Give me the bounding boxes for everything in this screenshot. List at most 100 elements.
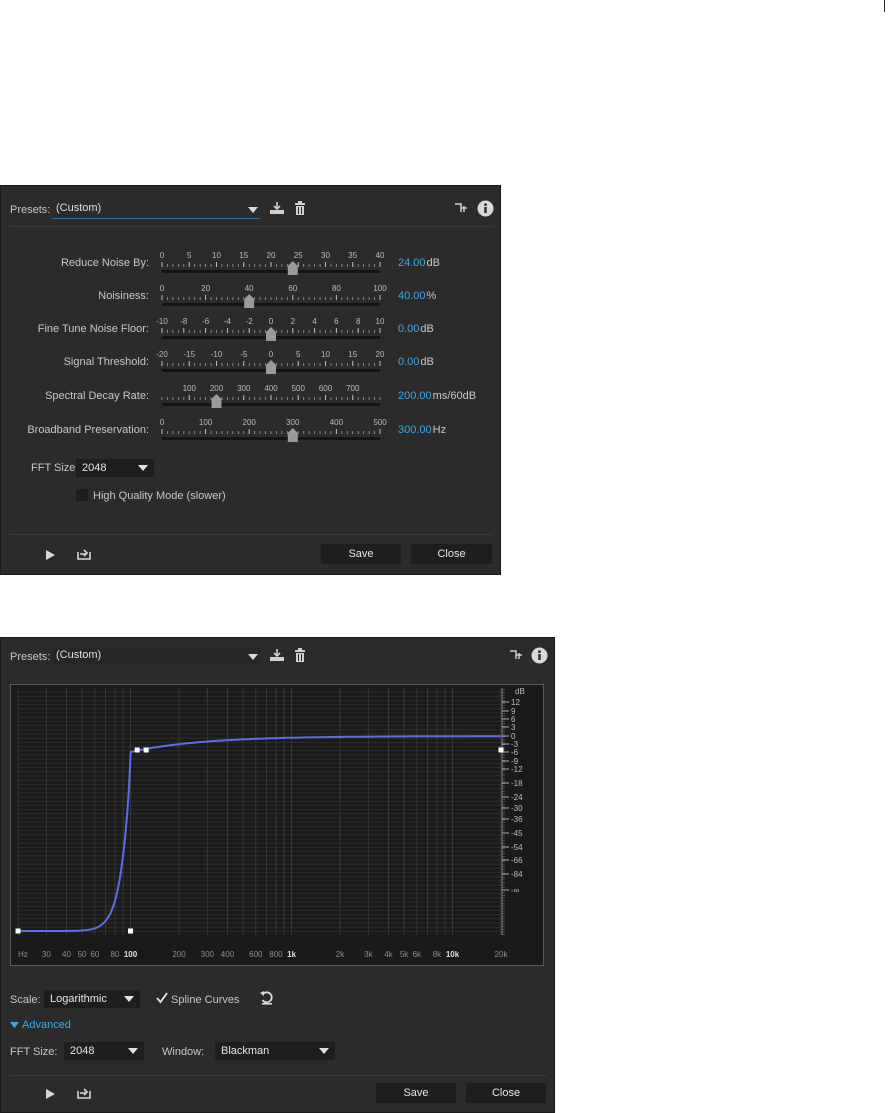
curve-control-point[interactable] (128, 928, 134, 934)
noise-reduction-panel: Presets: (Custom) Reduce Noise By: 0 5 10 15… (0, 185, 501, 575)
slider-thumb[interactable] (244, 294, 255, 308)
frequency-curve-graph[interactable]: Hz 30 40 50 60 80 100 200 300 400 600 800 1k 2k 3k 4k 5k… (10, 684, 544, 966)
x-tick-label: 4k (384, 950, 393, 959)
fft-size-dropdown[interactable]: 2048 (76, 459, 154, 477)
curve-control-point[interactable] (15, 928, 21, 934)
spline-checkbox-check-icon[interactable] (156, 992, 168, 1004)
triangle-down-icon[interactable] (10, 1022, 19, 1029)
curve-control-point[interactable] (134, 747, 140, 753)
slider-track[interactable] (162, 270, 380, 273)
spectral-decay-value[interactable]: 200.00ms/60dB (398, 390, 476, 402)
header-divider (10, 226, 493, 227)
noisiness-slider[interactable]: 0 20 40 60 80 100 (156, 282, 388, 308)
slider-row-spectral-decay: Spectral Decay Rate: 100 200 300 400 500 600 70… (1, 382, 502, 408)
tick-label: 300 (237, 384, 251, 393)
slider-thumb[interactable] (266, 327, 276, 341)
spectral-decay-slider[interactable]: 100 200 300 400 500 600 700 (156, 382, 388, 408)
presets-dropdown[interactable]: (Custom) (52, 647, 260, 665)
y-tick-label: -12 (511, 765, 523, 774)
x-tick-label: 1k (287, 950, 296, 959)
save-button[interactable]: Save (321, 544, 401, 564)
presets-label: Presets: (10, 651, 51, 663)
tick-label: -15 (183, 350, 195, 359)
chevron-down-icon (138, 465, 148, 471)
signal-threshold-value[interactable]: 0.00dB (398, 356, 434, 368)
high-quality-checkbox[interactable] (76, 489, 88, 501)
loop-export-icon[interactable] (76, 547, 92, 561)
slider-thumb[interactable] (266, 360, 276, 374)
tick-label: 300 (286, 418, 300, 427)
save-preset-icon[interactable] (269, 648, 285, 662)
y-tick-label: -36 (511, 815, 523, 824)
tick-label: 500 (373, 418, 387, 427)
chevron-down-icon (248, 207, 258, 213)
tick-label: 80 (332, 284, 341, 293)
close-button[interactable]: Close (466, 1083, 546, 1103)
info-icon[interactable] (477, 200, 494, 217)
slider-thumb[interactable] (211, 394, 222, 408)
fine-tune-slider[interactable]: -10 -8 -6 -4 -2 0 2 4 6 8 10 (156, 315, 388, 341)
graph-canvas[interactable]: Hz 30 40 50 60 80 100 200 300 400 600 800 1k 2k 3k 4k 5k… (11, 685, 543, 965)
x-tick-label: 60 (90, 950, 99, 959)
loop-export-icon[interactable] (76, 1086, 92, 1100)
tick-label: 200 (243, 418, 257, 427)
slider-track[interactable] (162, 303, 380, 306)
save-button[interactable]: Save (376, 1083, 456, 1103)
play-icon[interactable] (44, 1088, 56, 1100)
info-icon[interactable] (531, 647, 548, 664)
curve-control-point[interactable] (498, 747, 504, 753)
tick-label: 5 (296, 350, 301, 359)
footer-divider (10, 1075, 547, 1076)
reduce-noise-value[interactable]: 24.00dB (398, 257, 440, 269)
tick-label: 0 (269, 350, 274, 359)
fft-size-dropdown[interactable]: 2048 (64, 1042, 144, 1060)
tick-label: -10 (156, 317, 168, 326)
routing-icon[interactable] (509, 649, 523, 661)
slider-thumb[interactable] (287, 261, 298, 275)
broadband-slider[interactable]: 0 100 200 300 400 500 (156, 416, 388, 442)
tick-label: 6 (334, 317, 339, 326)
tick-label: 600 (319, 384, 333, 393)
tick-label: 20 (201, 284, 210, 293)
page-edge-mark (884, 0, 885, 12)
delete-preset-icon[interactable] (294, 648, 306, 662)
reduce-noise-slider[interactable]: 0 5 10 15 20 25 30 35 40 (156, 249, 388, 275)
slider-track[interactable] (162, 403, 380, 406)
signal-threshold-slider[interactable]: -20 -15 -10 -5 0 5 10 15 20 (156, 348, 388, 374)
advanced-toggle[interactable]: Advanced (22, 1019, 71, 1031)
noisiness-value[interactable]: 40.00% (398, 290, 436, 302)
close-button[interactable]: Close (411, 544, 492, 564)
window-dropdown[interactable]: Blackman (215, 1042, 335, 1060)
chevron-down-icon (319, 1048, 329, 1054)
fft-size-value: 2048 (70, 1045, 95, 1057)
slider-thumb[interactable] (287, 428, 298, 442)
tick-label: -6 (202, 317, 210, 326)
fft-size-label: FFT Size: (10, 1046, 58, 1058)
play-icon[interactable] (44, 549, 56, 561)
chevron-down-icon (248, 654, 258, 660)
tick-label: 40 (245, 284, 254, 293)
broadband-unit: Hz (432, 424, 447, 436)
scale-dropdown[interactable]: Logarithmic (44, 990, 140, 1008)
tick-label: 4 (312, 317, 317, 326)
y-tick-label: -45 (511, 829, 523, 838)
y-tick-label: 12 (511, 698, 520, 707)
slider-track[interactable] (162, 437, 380, 440)
tick-label: 0 (160, 284, 165, 293)
tick-label: 2 (291, 317, 296, 326)
broadband-label: Broadband Preservation: (27, 424, 149, 436)
broadband-value[interactable]: 300.00Hz (398, 424, 446, 436)
delete-preset-icon[interactable] (294, 201, 306, 215)
presets-dropdown[interactable]: (Custom) (52, 200, 260, 219)
noisiness-label: Noisiness: (98, 290, 149, 302)
y-tick-label: -6 (511, 748, 519, 757)
preset-value: (Custom) (56, 649, 102, 661)
x-tick-label: 20k (495, 950, 509, 959)
fine-tune-value[interactable]: 0.00dB (398, 323, 434, 335)
save-preset-icon[interactable] (269, 201, 285, 215)
curve-control-point[interactable] (143, 747, 149, 753)
reset-curve-icon[interactable] (259, 990, 275, 1006)
tick-label: 10 (321, 350, 330, 359)
routing-icon[interactable] (454, 202, 468, 214)
spectral-decay-unit: ms/60dB (432, 390, 477, 402)
